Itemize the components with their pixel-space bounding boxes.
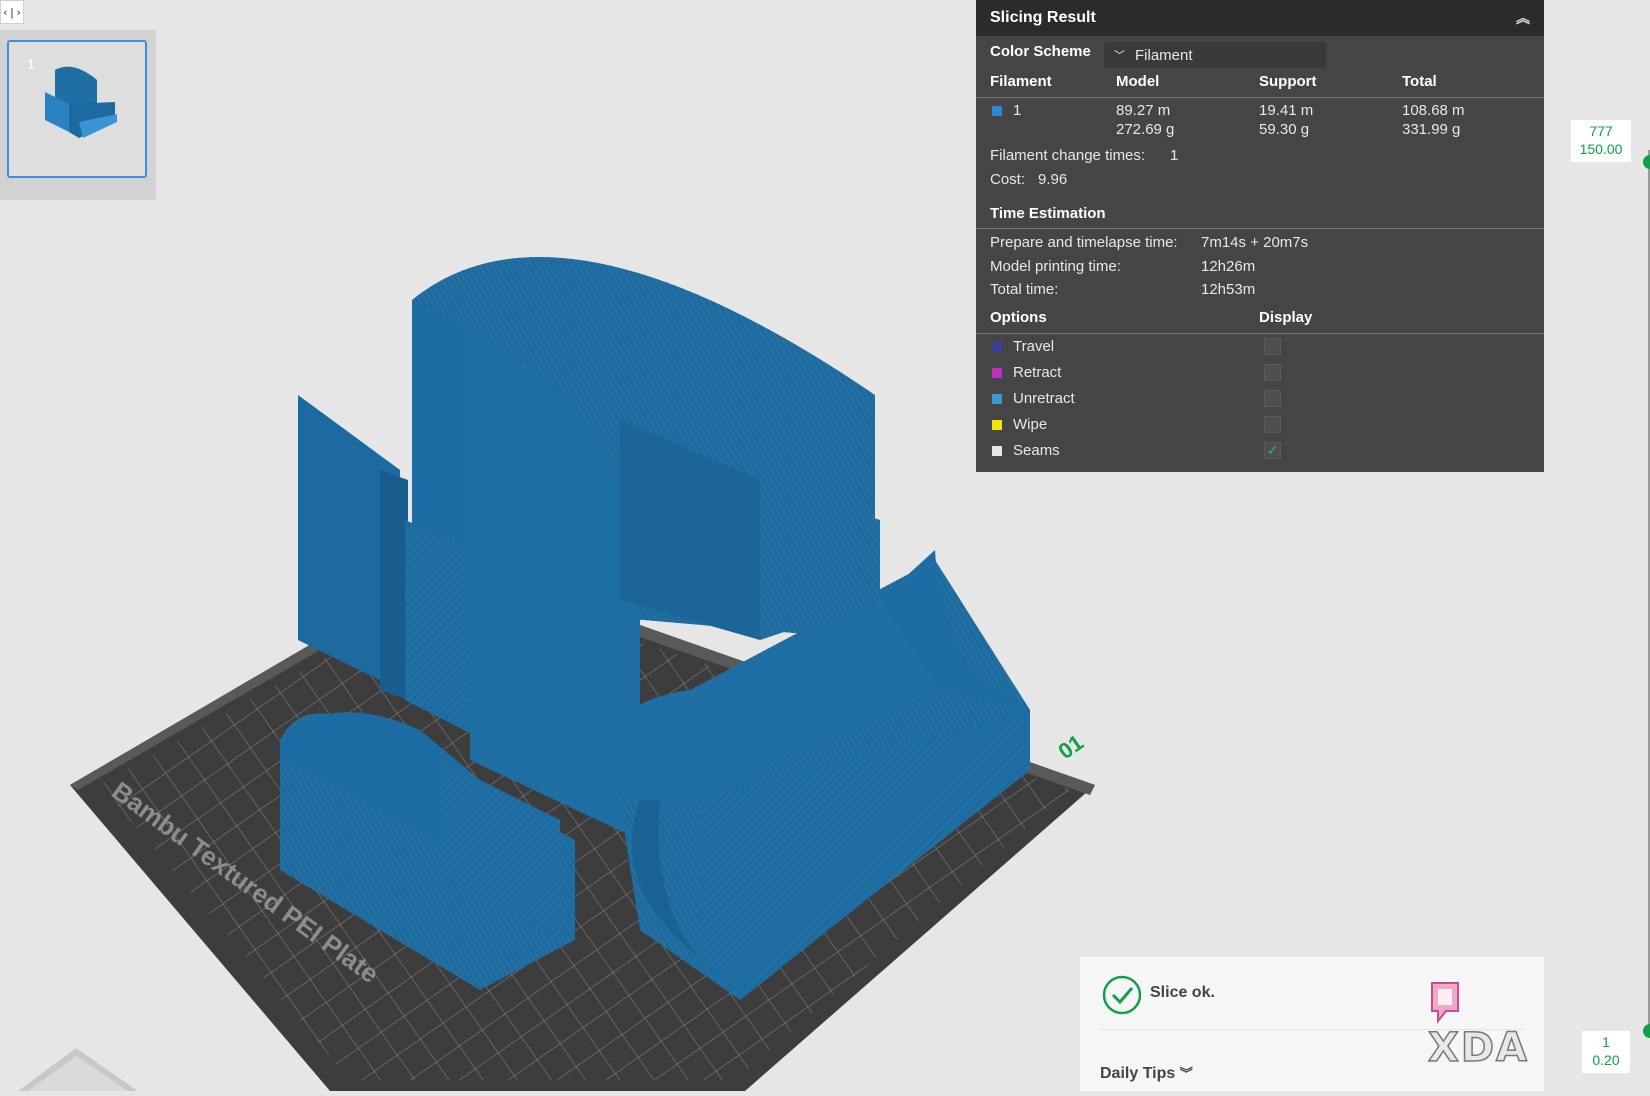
print-time-label: Model printing time: bbox=[990, 258, 1121, 275]
layer-slider-bottom-handle[interactable] bbox=[1643, 1024, 1650, 1038]
col-filament: Filament bbox=[990, 73, 1052, 90]
plate-number: 1 bbox=[27, 56, 35, 72]
collapse-up-icon[interactable]: ︽ bbox=[1516, 8, 1530, 28]
retract-checkbox[interactable] bbox=[1264, 364, 1281, 381]
option-travel-label: Travel bbox=[1013, 338, 1055, 355]
travel-checkbox[interactable] bbox=[1264, 338, 1281, 355]
cost-value: 9.96 bbox=[1038, 171, 1068, 188]
prepare-time-label: Prepare and timelapse time: bbox=[990, 234, 1178, 251]
top-layer-number: 777 bbox=[1589, 123, 1613, 139]
check-circle-icon bbox=[1102, 975, 1142, 1015]
panel-header[interactable]: Slicing Result ︽ bbox=[976, 0, 1544, 36]
daily-tips-toggle[interactable]: Daily Tips ︾ bbox=[1100, 1063, 1193, 1083]
plate-index: 01 bbox=[1054, 730, 1088, 765]
option-wipe-label: Wipe bbox=[1013, 416, 1048, 433]
top-layer-readout: 777 150.00 bbox=[1571, 120, 1631, 162]
view-cube-icon[interactable] bbox=[18, 1048, 138, 1091]
unretract-color-swatch bbox=[992, 394, 1002, 404]
cost-label: Cost: bbox=[990, 171, 1026, 188]
checkmark-icon: ✓ bbox=[1266, 442, 1279, 458]
col-total: Total bbox=[1402, 73, 1437, 90]
travel-color-swatch bbox=[992, 342, 1002, 352]
unretract-checkbox[interactable] bbox=[1264, 390, 1281, 407]
option-unretract-label: Unretract bbox=[1013, 390, 1075, 407]
bottom-layer-height: 0.20 bbox=[1592, 1052, 1620, 1068]
total-length: 108.68 m bbox=[1402, 102, 1465, 119]
col-model: Model bbox=[1116, 73, 1160, 90]
layer-slider-top-handle[interactable] bbox=[1643, 155, 1650, 169]
color-scheme-label: Color Scheme bbox=[990, 43, 1091, 60]
print-time-value: 12h26m bbox=[1201, 258, 1256, 275]
panel-toggle-icon[interactable]: ‹|› bbox=[0, 0, 24, 24]
bottom-layer-number: 1 bbox=[1602, 1034, 1610, 1050]
filament-id: 1 bbox=[1013, 102, 1022, 119]
wipe-checkbox[interactable] bbox=[1264, 416, 1281, 433]
slicing-result-panel: Slicing Result ︽ Color Scheme ﹀ Filament… bbox=[976, 0, 1544, 472]
chevron-down-icon: ﹀ bbox=[1114, 50, 1125, 62]
color-scheme-value: Filament bbox=[1135, 46, 1193, 64]
plate-thumbnail[interactable]: 1 bbox=[7, 40, 147, 178]
seams-color-swatch bbox=[992, 446, 1002, 456]
model-length: 89.27 m bbox=[1116, 102, 1171, 119]
options-header: Options bbox=[990, 309, 1047, 326]
xda-watermark: XDA bbox=[1427, 977, 1544, 1072]
plate-thumbnail-panel: 1 bbox=[0, 30, 156, 200]
daily-tips-label: Daily Tips bbox=[1100, 1065, 1176, 1082]
model-weight: 272.69 g bbox=[1116, 121, 1175, 138]
filament-change-value: 1 bbox=[1170, 147, 1179, 164]
retract-color-swatch bbox=[992, 368, 1002, 378]
display-header: Display bbox=[1259, 309, 1313, 326]
panel-title: Slicing Result bbox=[990, 9, 1096, 26]
total-time-label: Total time: bbox=[990, 281, 1059, 298]
option-seams-label: Seams bbox=[1013, 442, 1060, 459]
top-layer-height: 150.00 bbox=[1579, 141, 1623, 157]
col-support: Support bbox=[1259, 73, 1317, 90]
total-weight: 331.99 g bbox=[1402, 121, 1461, 138]
xda-logo-icon bbox=[1431, 982, 1459, 1024]
filament-change-label: Filament change times: bbox=[990, 147, 1146, 164]
prepare-time-value: 7m14s + 20m7s bbox=[1201, 234, 1309, 251]
seams-checkbox[interactable]: ✓ bbox=[1264, 442, 1281, 459]
double-chevron-down-icon: ︾ bbox=[1179, 1066, 1193, 1081]
support-length: 19.41 m bbox=[1259, 102, 1314, 119]
time-estimation-title: Time Estimation bbox=[990, 205, 1106, 222]
color-scheme-dropdown[interactable]: ﹀ Filament bbox=[1104, 42, 1326, 68]
wipe-color-swatch bbox=[992, 420, 1002, 430]
slice-status-message: Slice ok. bbox=[1150, 984, 1215, 1001]
support-weight: 59.30 g bbox=[1259, 121, 1310, 138]
xda-wordmark: XDA bbox=[1427, 1024, 1529, 1072]
bottom-layer-readout: 1 0.20 bbox=[1582, 1031, 1630, 1073]
slice-status-notification: Slice ok. XDA Daily Tips ︾ bbox=[1080, 957, 1544, 1091]
total-time-value: 12h53m bbox=[1201, 281, 1256, 298]
model-thumbnail-icon bbox=[45, 66, 117, 138]
filament-color-swatch bbox=[992, 106, 1002, 116]
option-retract-label: Retract bbox=[1013, 364, 1062, 381]
